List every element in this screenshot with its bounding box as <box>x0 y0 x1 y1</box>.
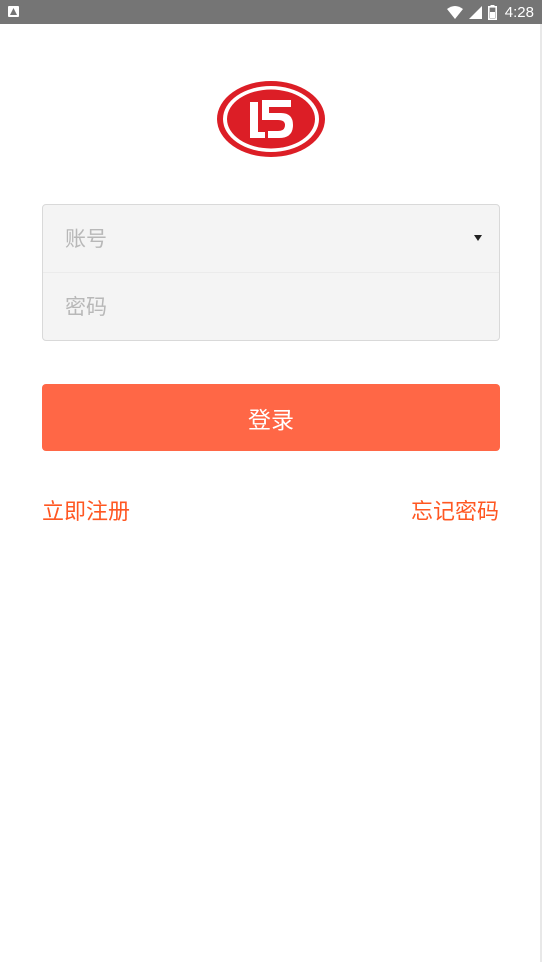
account-input[interactable] <box>65 226 445 251</box>
account-field-row <box>43 205 499 272</box>
brand-logo <box>216 80 326 158</box>
password-field-row <box>43 273 499 340</box>
login-form <box>42 204 500 341</box>
wifi-icon <box>446 5 463 19</box>
notification-icon <box>8 6 19 17</box>
password-input[interactable] <box>65 294 445 319</box>
dropdown-arrow-icon[interactable] <box>474 235 482 241</box>
status-icons: 4:28 <box>446 0 534 24</box>
status-time: 4:28 <box>504 3 534 21</box>
login-button[interactable]: 登录 <box>42 384 500 451</box>
signal-icon <box>468 5 482 19</box>
battery-icon <box>487 4 497 20</box>
register-link[interactable]: 立即注册 <box>42 497 130 529</box>
forgot-password-link[interactable]: 忘记密码 <box>411 497 499 529</box>
status-bar: 4:28 <box>0 0 542 24</box>
